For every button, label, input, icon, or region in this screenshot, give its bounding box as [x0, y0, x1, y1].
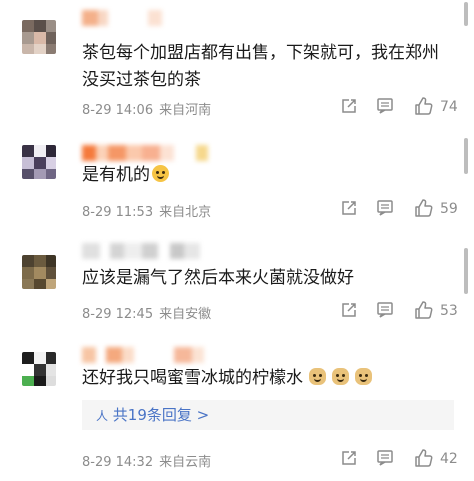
comment-icon[interactable] [376, 301, 394, 319]
comment-text: 是有机的 [82, 162, 454, 189]
like-icon[interactable] [414, 198, 434, 218]
comment-location: 来自北京 [159, 205, 212, 220]
comment-icon[interactable] [376, 199, 394, 217]
comment-location: 来自安徽 [159, 307, 212, 322]
comment-meta: 8-29 14:06 来自河南 [82, 99, 211, 118]
comment-meta: 8-29 12:45 来自安徽 [82, 303, 211, 322]
username-blurred[interactable] [82, 347, 204, 363]
avatar[interactable] [22, 145, 56, 179]
comment-text-content: 是有机的 [82, 165, 150, 185]
laugh-cry-emoji-icon [152, 165, 169, 182]
share-icon[interactable] [340, 449, 358, 467]
like-icon[interactable] [414, 96, 434, 116]
comment-text: 茶包每个加盟店都有出售，下架就可，我在郑州没买过茶包的茶 [82, 43, 439, 90]
comment-meta: 8-29 11:53 来自北京 [82, 201, 211, 220]
comment-location: 来自河南 [159, 103, 212, 118]
username-blurred[interactable] [82, 145, 208, 161]
share-icon[interactable] [340, 301, 358, 319]
username-blurred[interactable] [82, 243, 200, 259]
comment-text: 应该是漏气了然后本来火菌就没做好 [82, 268, 354, 288]
avatar[interactable] [22, 255, 56, 289]
username-blurred[interactable] [82, 10, 162, 26]
comment-time: 8-29 14:32 [82, 455, 154, 470]
view-replies-button[interactable]: 人 共19条回复 > [82, 400, 454, 430]
replies-user-hint: 人 [96, 409, 109, 423]
comment-location: 来自云南 [159, 455, 212, 470]
share-icon[interactable] [340, 97, 358, 115]
scrollbar[interactable] [464, 138, 468, 174]
doge-emoji-icon [309, 368, 326, 385]
comment-icon[interactable] [376, 97, 394, 115]
comment-text-content: 还好我只喝蜜雪冰城的柠檬水 [82, 368, 303, 388]
like-count: 42 [440, 451, 458, 467]
scrollbar[interactable] [464, 248, 468, 294]
like-icon[interactable] [414, 300, 434, 320]
comment-time: 8-29 12:45 [82, 307, 154, 322]
comment-time: 8-29 11:53 [82, 205, 154, 220]
avatar[interactable] [22, 20, 56, 54]
avatar[interactable] [22, 352, 56, 386]
like-count: 74 [440, 99, 458, 115]
scrollbar[interactable] [464, 2, 468, 26]
comment-time: 8-29 14:06 [82, 103, 154, 118]
comment-icon[interactable] [376, 449, 394, 467]
share-icon[interactable] [340, 199, 358, 217]
replies-label: 共19条回复 > [112, 406, 210, 424]
like-count: 53 [440, 303, 458, 319]
like-count: 59 [440, 201, 458, 217]
doge-emoji-icon [355, 368, 372, 385]
comment-meta: 8-29 14:32 来自云南 [82, 451, 211, 470]
doge-emoji-icon [332, 368, 349, 385]
like-icon[interactable] [414, 448, 434, 468]
comment-text: 还好我只喝蜜雪冰城的柠檬水 [82, 365, 454, 392]
